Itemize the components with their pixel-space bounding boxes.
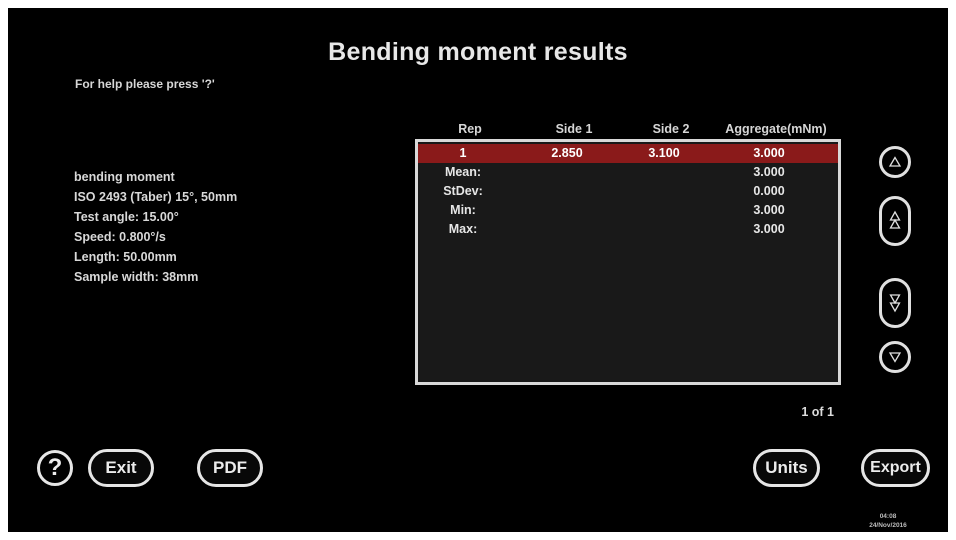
- export-button[interactable]: Export: [861, 449, 930, 487]
- stat-value: 3.000: [753, 222, 785, 236]
- help-button[interactable]: ?: [37, 450, 73, 486]
- status-clock: 04:08 24/Nov/2016: [856, 512, 920, 530]
- stat-value: 3.000: [753, 165, 785, 179]
- column-header-aggregate: Aggregate(mNm): [725, 122, 827, 136]
- page-up-button[interactable]: [879, 196, 911, 246]
- scroll-down-button[interactable]: [879, 341, 911, 373]
- scroll-up-button[interactable]: [879, 146, 911, 178]
- cell-aggregate: 3.000: [753, 146, 785, 160]
- results-table: 1 2.850 3.100 3.000 Mean: 3.000 StDev: 0…: [415, 139, 841, 385]
- results-screen: Bending moment results For help please p…: [8, 8, 948, 532]
- column-header-side1: Side 1: [555, 122, 593, 136]
- test-length: Length: 50.00mm: [74, 250, 177, 264]
- stat-row-min: Min: 3.000: [418, 201, 838, 220]
- page-down-button[interactable]: [879, 278, 911, 328]
- cell-side2: 3.100: [648, 146, 680, 160]
- sample-width: Sample width: 38mm: [74, 270, 199, 284]
- units-button[interactable]: Units: [753, 449, 820, 487]
- table-row[interactable]: 1 2.850 3.100 3.000: [418, 144, 838, 163]
- page-indicator: 1 of 1: [801, 405, 834, 419]
- table-header: Rep Side 1 Side 2 Aggregate(mNm): [8, 122, 948, 138]
- test-name: bending moment: [74, 170, 175, 184]
- cell-rep: 1: [459, 146, 467, 160]
- status-time: 04:08: [879, 513, 897, 520]
- exit-button[interactable]: Exit: [88, 449, 154, 487]
- help-hint: For help please press '?': [75, 77, 215, 91]
- stat-row-max: Max: 3.000: [418, 220, 838, 239]
- cell-side1: 2.850: [551, 146, 583, 160]
- stat-value: 0.000: [753, 184, 785, 198]
- scroll-up-icon: [888, 156, 902, 167]
- column-header-rep: Rep: [458, 122, 482, 136]
- test-speed: Speed: 0.800°/s: [74, 230, 166, 244]
- stat-label: StDev:: [443, 184, 483, 198]
- pdf-button[interactable]: PDF: [197, 449, 263, 487]
- page-down-icon: [889, 294, 901, 313]
- test-angle: Test angle: 15.00°: [74, 210, 179, 224]
- column-header-side2: Side 2: [652, 122, 690, 136]
- stat-label: Max:: [448, 222, 478, 236]
- stat-row-stdev: StDev: 0.000: [418, 182, 838, 201]
- test-standard: ISO 2493 (Taber) 15°, 50mm: [74, 190, 238, 204]
- stat-row-mean: Mean: 3.000: [418, 163, 838, 182]
- scroll-down-icon: [888, 352, 902, 363]
- status-date: 24/Nov/2016: [869, 522, 907, 529]
- test-info-list: bending moment ISO 2493 (Taber) 15°, 50m…: [74, 167, 237, 287]
- page-up-icon: [889, 210, 901, 229]
- page-title: Bending moment results: [328, 38, 628, 66]
- stat-label: Min:: [450, 203, 476, 217]
- stat-value: 3.000: [753, 203, 785, 217]
- stat-label: Mean:: [444, 165, 482, 179]
